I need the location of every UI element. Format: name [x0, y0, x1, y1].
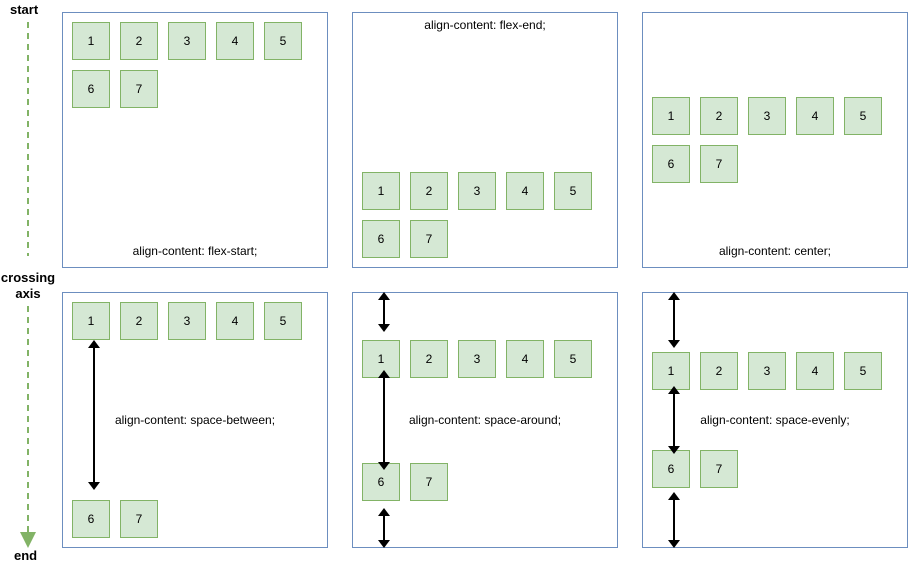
flex-item: 2 [410, 172, 448, 210]
flex-area: 12345 67 [352, 292, 618, 548]
demo-flex-start: 1234567align-content: flex-start; [62, 12, 328, 268]
flex-item: 6 [72, 500, 110, 538]
flex-item: 4 [216, 22, 254, 60]
flex-item: 7 [410, 463, 448, 501]
flex-item: 4 [796, 97, 834, 135]
flex-item: 2 [700, 352, 738, 390]
flex-item: 2 [700, 97, 738, 135]
demo-space-evenly: 1234567align-content: space-evenly; [642, 292, 908, 548]
flex-area: 12345 67 [62, 292, 328, 548]
flex-item: 7 [120, 500, 158, 538]
flex-item: 3 [458, 340, 496, 378]
flex-item: 1 [72, 22, 110, 60]
flex-item: 7 [410, 220, 448, 258]
flex-item: 5 [264, 302, 302, 340]
flex-item: 1 [652, 97, 690, 135]
demo-space-between: 1234567align-content: space-between; [62, 292, 328, 548]
flex-item: 3 [168, 302, 206, 340]
flex-item: 5 [264, 22, 302, 60]
flex-item: 6 [72, 70, 110, 108]
flex-item: 4 [216, 302, 254, 340]
flex-area: 12345 67 [642, 12, 908, 268]
flex-item: 6 [362, 463, 400, 501]
flex-item: 5 [844, 97, 882, 135]
flex-item: 1 [362, 172, 400, 210]
demo-grid: 1234567align-content: flex-start;1234567… [62, 12, 912, 548]
flex-item: 3 [458, 172, 496, 210]
flex-item: 3 [748, 352, 786, 390]
crossing-axis-indicator: start crossing axis end [0, 0, 56, 571]
flex-item: 5 [554, 172, 592, 210]
flex-item: 7 [120, 70, 158, 108]
flex-item: 7 [700, 145, 738, 183]
flex-item: 2 [120, 22, 158, 60]
flex-item: 6 [652, 450, 690, 488]
flex-item: 1 [362, 340, 400, 378]
flex-item: 1 [652, 352, 690, 390]
demo-center: 1234567align-content: center; [642, 12, 908, 268]
flex-item: 4 [506, 340, 544, 378]
flex-item: 4 [506, 172, 544, 210]
flex-item: 3 [168, 22, 206, 60]
flex-item: 6 [652, 145, 690, 183]
flex-item: 2 [120, 302, 158, 340]
flex-item: 7 [700, 450, 738, 488]
axis-start-label: start [10, 2, 38, 17]
flex-area: 12345 67 [642, 292, 908, 548]
flex-item: 5 [844, 352, 882, 390]
flex-item: 1 [72, 302, 110, 340]
flex-item: 3 [748, 97, 786, 135]
axis-end-label: end [14, 548, 37, 563]
demo-space-around: 1234567align-content: space-around; [352, 292, 618, 548]
flex-item: 2 [410, 340, 448, 378]
flex-item: 4 [796, 352, 834, 390]
flex-item: 5 [554, 340, 592, 378]
flex-area: 12345 67 [352, 12, 618, 268]
demo-flex-end: 1234567align-content: flex-end; [352, 12, 618, 268]
axis-mid-label: crossing axis [0, 270, 56, 301]
flex-item: 6 [362, 220, 400, 258]
flex-area: 12345 67 [62, 12, 328, 268]
